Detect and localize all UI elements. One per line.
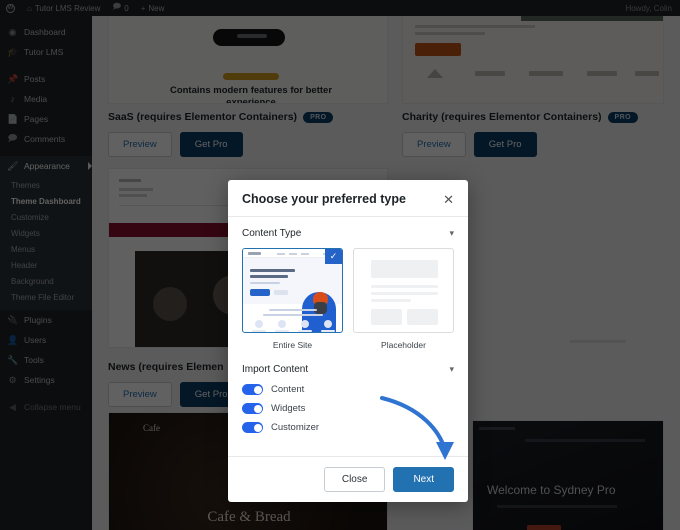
content-type-options: ✓ Entire Site Placeholder xyxy=(242,248,454,350)
toggle-label-customizer: Customizer xyxy=(271,422,320,433)
es-hero-button xyxy=(250,289,270,296)
ph-line-2 xyxy=(371,292,438,295)
toggle-customizer[interactable] xyxy=(242,422,263,433)
import-content-heading: Import Content xyxy=(242,364,309,375)
ph-block-right xyxy=(407,309,438,325)
es-nav-3 xyxy=(301,253,309,255)
toggle-row-content[interactable]: Content xyxy=(242,384,454,395)
placeholder-caption: Placeholder xyxy=(381,340,426,350)
es-hero-button-2 xyxy=(274,290,288,295)
content-type-heading: Content Type xyxy=(242,228,302,239)
ph-block-left xyxy=(371,309,402,325)
es-feature-icon-4 xyxy=(324,320,332,328)
es-hero-sub xyxy=(250,282,280,284)
modal-footer: Close Next xyxy=(228,456,468,502)
chevron-down-icon[interactable]: ▾ xyxy=(449,228,454,239)
ph-line-1 xyxy=(371,285,438,288)
preferred-type-modal: Choose your preferred type ✕ Content Typ… xyxy=(228,180,468,502)
next-button[interactable]: Next xyxy=(393,467,454,492)
es-feature-label-4 xyxy=(321,330,335,332)
es-feature-label-2 xyxy=(275,330,289,332)
es-hero-person-face xyxy=(314,302,327,314)
toggle-label-widgets: Widgets xyxy=(271,403,306,414)
es-logo xyxy=(248,252,261,255)
es-feature-icon-2 xyxy=(278,320,286,328)
es-feature-label-1 xyxy=(252,330,266,332)
close-button[interactable]: Close xyxy=(323,467,386,492)
ph-line-3 xyxy=(371,299,411,302)
close-icon[interactable]: ✕ xyxy=(443,193,454,206)
es-feature-icon-3 xyxy=(301,320,309,328)
entire-site-thumbnail[interactable]: ✓ xyxy=(242,248,343,333)
es-section-title xyxy=(269,309,317,311)
es-hero-title-2 xyxy=(250,275,288,278)
toggle-row-widgets[interactable]: Widgets xyxy=(242,403,454,414)
modal-body: Content Type ▾ ✓ Entire Site Placeholder… xyxy=(228,217,468,456)
toggle-content[interactable] xyxy=(242,384,263,395)
es-feature-label-3 xyxy=(298,330,312,332)
ph-block-hero xyxy=(371,260,438,278)
placeholder-thumbnail[interactable] xyxy=(353,248,454,333)
es-nav-2 xyxy=(289,253,297,255)
check-icon: ✓ xyxy=(325,249,342,264)
entire-site-caption: Entire Site xyxy=(272,340,313,350)
content-type-option-entire-site[interactable]: ✓ Entire Site xyxy=(242,248,343,350)
modal-title: Choose your preferred type xyxy=(242,192,406,206)
modal-header: Choose your preferred type ✕ xyxy=(228,180,468,217)
toggle-widgets[interactable] xyxy=(242,403,263,414)
content-type-option-placeholder[interactable]: Placeholder xyxy=(353,248,454,350)
import-content-section-header[interactable]: Import Content ▾ xyxy=(242,350,454,384)
es-section-sub xyxy=(263,314,323,316)
chevron-down-icon[interactable]: ▾ xyxy=(449,364,454,375)
es-hero-title-1 xyxy=(250,269,295,272)
toggle-row-customizer[interactable]: Customizer xyxy=(242,422,454,433)
es-feature-icon-1 xyxy=(255,320,263,328)
es-nav-1 xyxy=(277,253,285,255)
screen: Contains modern features for better expe… xyxy=(0,0,680,530)
content-type-section-header[interactable]: Content Type ▾ xyxy=(242,217,454,248)
toggle-label-content: Content xyxy=(271,384,305,395)
